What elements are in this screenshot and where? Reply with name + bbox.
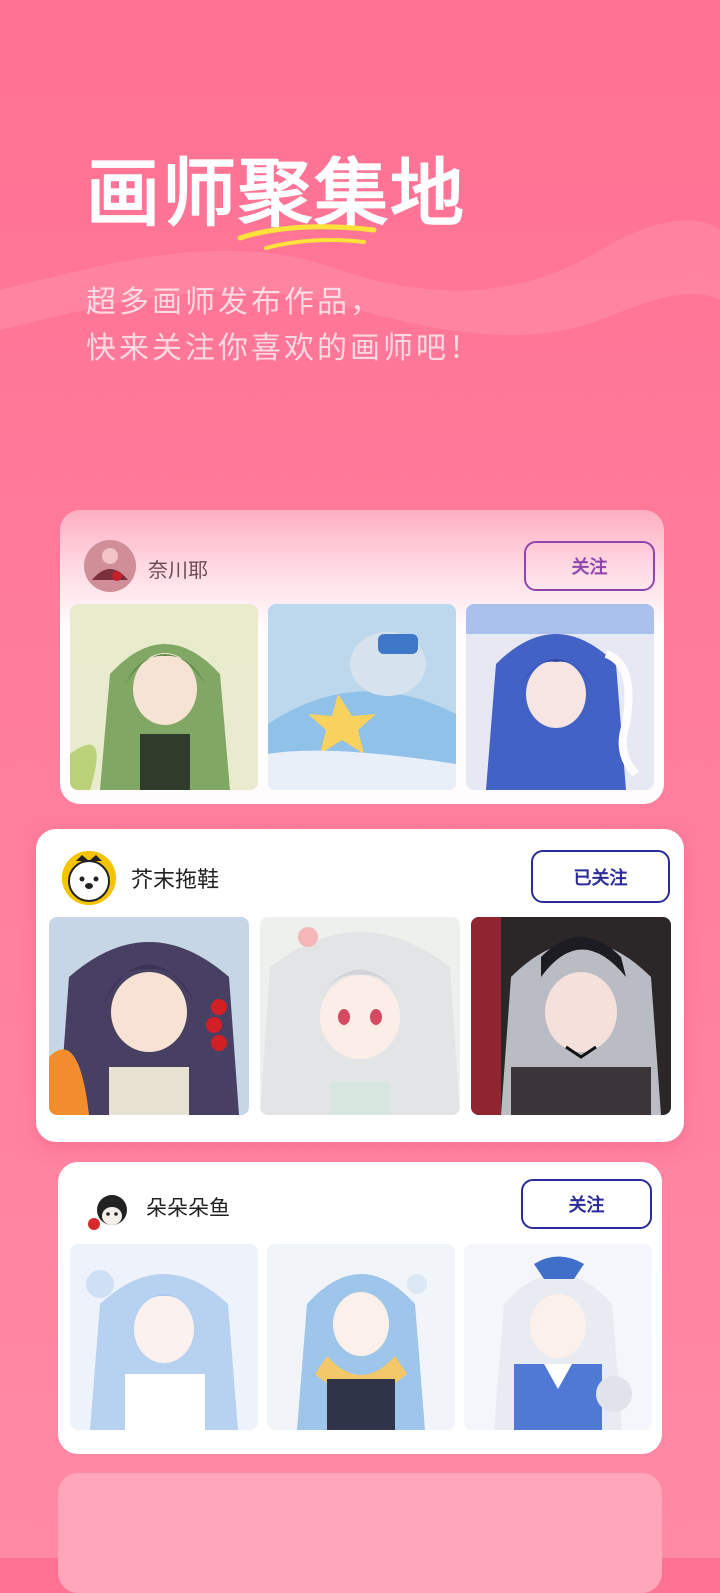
artwork-thumbnail[interactable] — [471, 917, 671, 1115]
subtitle-line-2: 快来关注你喜欢的画师吧！ — [86, 331, 482, 366]
artwork-thumbnail[interactable] — [260, 917, 460, 1115]
subtitle-line-1: 超多画师发布作品， — [86, 285, 383, 320]
artist-name[interactable]: 朵朵朵鱼 — [146, 1192, 230, 1222]
artwork-thumbnail[interactable] — [268, 604, 456, 790]
artist-card: 奈川耶 关注 — [60, 510, 664, 804]
title-underline-decoration — [237, 224, 377, 250]
artist-card: 朵朵朵鱼 关注 — [58, 1162, 662, 1454]
artist-name[interactable]: 芥末拖鞋 — [131, 862, 219, 894]
artwork-thumbnail[interactable] — [70, 1244, 258, 1430]
artist-card: 芥末拖鞋 已关注 — [36, 829, 684, 1142]
artist-avatar[interactable] — [84, 1188, 134, 1238]
artwork-thumbnail[interactable] — [70, 604, 258, 790]
page-subtitle: 超多画师发布作品， 快来关注你喜欢的画师吧！ — [86, 280, 482, 372]
artwork-thumbnail[interactable] — [464, 1244, 652, 1430]
artwork-thumbnail[interactable] — [466, 604, 654, 790]
artwork-thumbnail[interactable] — [49, 917, 249, 1115]
artist-avatar[interactable] — [84, 540, 136, 592]
artwork-thumbnail[interactable] — [267, 1244, 455, 1430]
follow-button[interactable]: 关注 — [524, 541, 655, 591]
follow-button[interactable]: 关注 — [521, 1179, 652, 1229]
artist-avatar[interactable] — [62, 851, 116, 905]
artist-name[interactable]: 奈川耶 — [148, 554, 208, 583]
followed-button[interactable]: 已关注 — [531, 850, 670, 903]
artist-card-partial — [58, 1473, 662, 1593]
